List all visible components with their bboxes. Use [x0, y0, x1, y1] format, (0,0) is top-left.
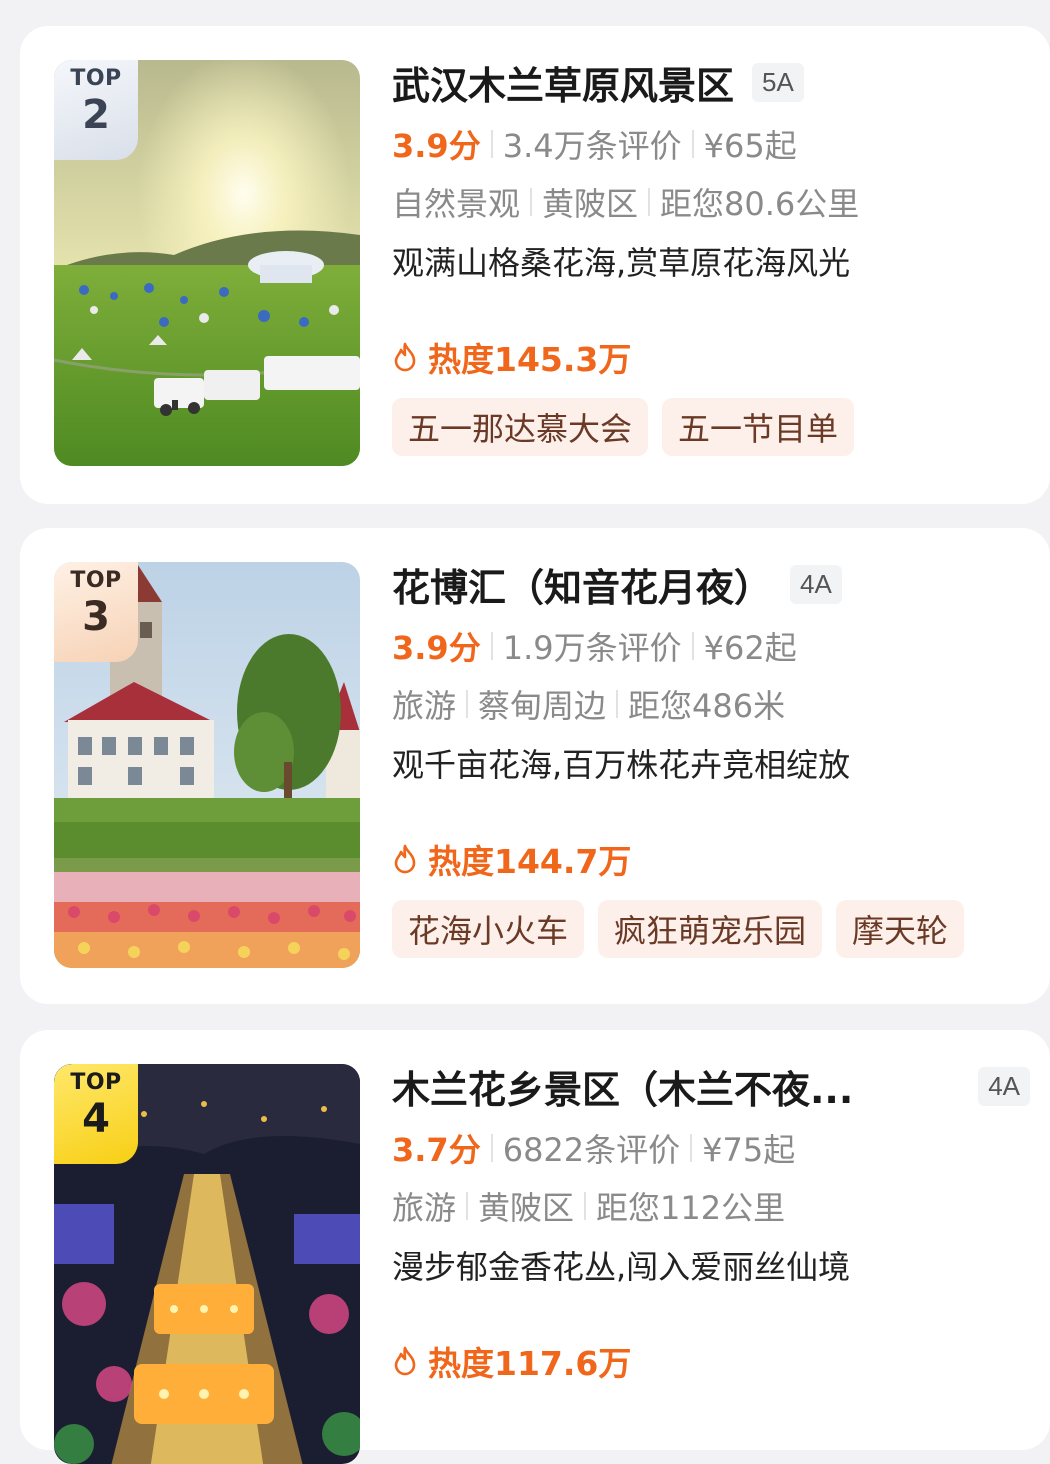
divider [466, 1192, 469, 1220]
category: 旅游 [392, 1189, 457, 1227]
divider [530, 188, 533, 216]
scenic-photo[interactable]: TOP 3 [54, 562, 360, 968]
event-tag[interactable]: 五一节目单 [662, 398, 855, 456]
divider [584, 1192, 587, 1220]
review-count: 3.4万条评价 [502, 127, 682, 165]
heat-indicator: 热度117.6万 [392, 1338, 1030, 1384]
price: ¥75起 [702, 1131, 796, 1169]
price: ¥65起 [703, 127, 797, 165]
scenic-photo[interactable]: TOP 4 [54, 1064, 360, 1464]
divider [466, 690, 469, 718]
scenic-title[interactable]: 花博汇（知音花月夜） [392, 557, 772, 612]
distance: 距您486米 [628, 687, 786, 725]
rank-badge: TOP 3 [54, 562, 138, 662]
level-badge: 5A [752, 62, 804, 102]
scenic-card[interactable]: TOP 4 木兰花乡景区（木兰不夜... 4A 3.7分 6822条评价 ¥75… [20, 1030, 1050, 1464]
category: 自然景观 [392, 185, 521, 223]
heat-value: 热度144.7万 [428, 842, 632, 881]
heat-value: 热度145.3万 [428, 340, 632, 379]
category: 旅游 [392, 687, 457, 725]
event-tag[interactable]: 摩天轮 [836, 900, 965, 958]
flame-icon [394, 342, 416, 372]
score: 3.9分 [392, 629, 481, 667]
rank-badge-number: 4 [82, 1096, 110, 1142]
divider [690, 1134, 693, 1162]
divider [691, 632, 694, 660]
rank-badge: TOP 4 [54, 1064, 138, 1164]
level-badge: 4A [790, 564, 842, 604]
price: ¥62起 [703, 629, 797, 667]
divider [648, 188, 651, 216]
area: 黄陂区 [542, 185, 639, 223]
divider [490, 632, 493, 660]
score: 3.9分 [392, 127, 481, 165]
distance: 距您112公里 [596, 1189, 786, 1227]
description: 观满山格桑花海,赏草原花海风光 [392, 244, 851, 282]
scenic-card[interactable]: TOP 3 花博汇（知音花月夜） 4A 3.9分 1.9万条评价 ¥62起 旅游… [20, 528, 1050, 1004]
heat-indicator: 热度144.7万 [392, 836, 1030, 882]
divider [490, 1134, 493, 1162]
description: 漫步郁金香花丛,闯入爱丽丝仙境 [392, 1248, 851, 1286]
scenic-photo[interactable]: TOP 2 [54, 60, 360, 466]
review-count: 1.9万条评价 [502, 629, 682, 667]
area: 蔡甸周边 [478, 687, 607, 725]
event-tag[interactable]: 疯狂萌宠乐园 [598, 900, 823, 958]
heat-indicator: 热度145.3万 [392, 334, 1030, 380]
level-badge: 4A [978, 1066, 1030, 1106]
flame-icon [394, 1346, 416, 1376]
scenic-card[interactable]: TOP 2 武汉木兰草原风景区 5A 3.9分 3.4万条评价 ¥65起 自然景… [20, 26, 1050, 504]
divider [616, 690, 619, 718]
rank-badge-top: TOP [70, 1070, 122, 1095]
rank-badge-number: 2 [82, 92, 110, 138]
score: 3.7分 [392, 1131, 481, 1169]
divider [490, 130, 493, 158]
area: 黄陂区 [478, 1189, 575, 1227]
divider [691, 130, 694, 158]
rank-badge: TOP 2 [54, 60, 138, 160]
rank-badge-top: TOP [70, 66, 122, 91]
event-tag[interactable]: 花海小火车 [392, 900, 585, 958]
event-tag[interactable]: 五一那达慕大会 [392, 398, 649, 456]
distance: 距您80.6公里 [660, 185, 860, 223]
description: 观千亩花海,百万株花卉竞相绽放 [392, 746, 851, 784]
scenic-title[interactable]: 木兰花乡景区（木兰不夜... [392, 1059, 853, 1114]
scenic-title[interactable]: 武汉木兰草原风景区 [392, 55, 734, 110]
heat-value: 热度117.6万 [428, 1344, 632, 1383]
rank-badge-top: TOP [70, 568, 122, 593]
review-count: 6822条评价 [502, 1131, 681, 1169]
flame-icon [394, 844, 416, 874]
rank-badge-number: 3 [82, 594, 110, 640]
